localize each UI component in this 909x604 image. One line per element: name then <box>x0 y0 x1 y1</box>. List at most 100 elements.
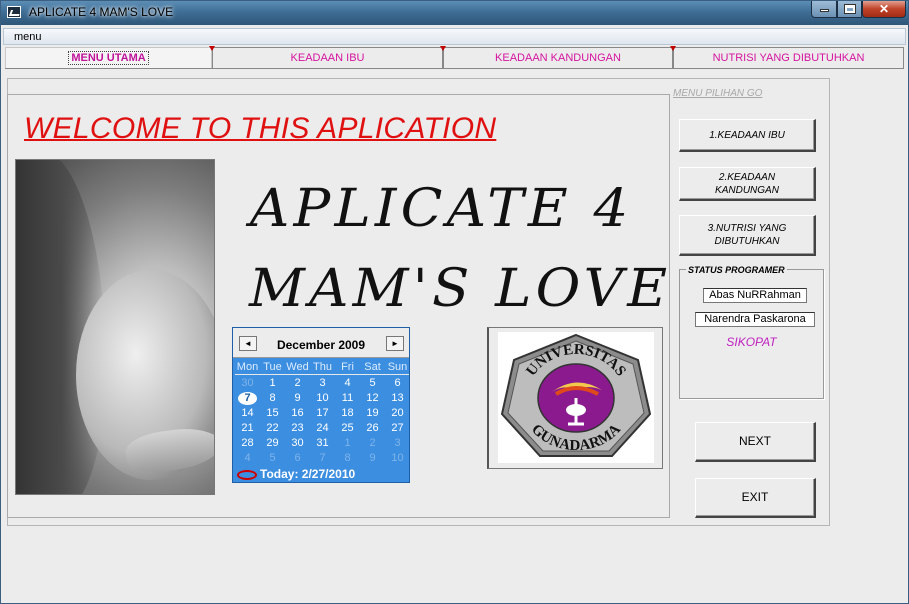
maximize-button[interactable] <box>837 1 862 18</box>
tab-label: KEADAAN IBU <box>290 52 365 64</box>
minimize-icon <box>819 9 829 12</box>
university-seal-icon: UNIVERSITAS GUNADARMA <box>500 333 652 457</box>
calendar-today[interactable]: Today: 2/27/2010 <box>237 467 355 481</box>
close-icon: ✕ <box>878 2 890 16</box>
calendar-day[interactable]: 12 <box>360 391 385 406</box>
welcome-heading: WELCOME TO THIS APLICATION <box>24 112 497 145</box>
calendar-weekday: Fri <box>341 361 354 373</box>
app-title-line1: APLICATE 4 <box>249 179 633 239</box>
tab-keadaan-kandungan[interactable]: KEADAAN KANDUNGAN <box>443 47 673 68</box>
calendar-weekday-row: Mon Tue Wed Thu Fri Sat Sun <box>235 361 409 375</box>
calendar-weekday: Tue <box>263 361 282 373</box>
calendar-day[interactable]: 7 <box>235 391 260 406</box>
status-programer-legend: STATUS PROGRAMER <box>686 265 787 275</box>
calendar-day[interactable]: 6 <box>385 376 410 391</box>
calendar-day[interactable]: 5 <box>360 376 385 391</box>
calendar-day[interactable]: 11 <box>335 391 360 406</box>
calendar-day[interactable]: 30 <box>235 376 260 391</box>
app-icon <box>7 6 21 18</box>
tab-marker-icon <box>209 46 215 51</box>
next-button[interactable]: NEXT <box>695 422 816 462</box>
calendar-weekday: Sat <box>364 361 381 373</box>
calendar-day[interactable]: 4 <box>235 451 260 466</box>
calendar-day[interactable]: 19 <box>360 406 385 421</box>
button-label: 1.KEADAAN IBU <box>709 129 785 141</box>
calendar-next-button[interactable]: ► <box>386 336 404 351</box>
exit-button[interactable]: EXIT <box>695 478 816 518</box>
calendar-day[interactable]: 5 <box>260 451 285 466</box>
keadaan-ibu-button[interactable]: 1.KEADAAN IBU <box>679 119 816 152</box>
menu-bar: menu <box>3 28 906 45</box>
calendar-day[interactable]: 24 <box>310 421 335 436</box>
calendar-day[interactable]: 28 <box>235 436 260 451</box>
calendar-day[interactable]: 27 <box>385 421 410 436</box>
calendar-day[interactable]: 10 <box>385 451 410 466</box>
calendar-weekday: Mon <box>236 361 259 373</box>
app-title-line2: MAM'S LOVE <box>248 259 672 319</box>
calendar-day[interactable]: 3 <box>385 436 410 451</box>
pregnant-woman-photo <box>15 159 215 495</box>
calendar-day[interactable]: 2 <box>360 436 385 451</box>
tab-label: NUTRISI YANG DIBUTUHKAN <box>712 52 865 64</box>
calendar-day[interactable]: 29 <box>260 436 285 451</box>
calendar-day[interactable]: 21 <box>235 421 260 436</box>
calendar-day[interactable]: 1 <box>335 436 360 451</box>
calendar-weekday: Thu <box>313 361 332 373</box>
calendar-day[interactable]: 18 <box>335 406 360 421</box>
calendar-day[interactable]: 15 <box>260 406 285 421</box>
group-name-label: SIKOPAT <box>726 335 777 349</box>
tab-strip: MENU UTAMA KEADAAN IBU KEADAAN KANDUNGAN… <box>5 46 904 69</box>
button-label: 2.KEADAAN KANDUNGAN <box>715 171 779 196</box>
calendar-day[interactable]: 16 <box>285 406 310 421</box>
tab-label: KEADAAN KANDUNGAN <box>495 52 621 64</box>
calendar-day[interactable]: 2 <box>285 376 310 391</box>
calendar-day[interactable]: 25 <box>335 421 360 436</box>
today-circle-icon <box>237 469 257 480</box>
calendar-day[interactable]: 7 <box>310 451 335 466</box>
calendar-header: ◄ December 2009 ► <box>233 328 409 358</box>
calendar-prev-button[interactable]: ◄ <box>239 336 257 351</box>
tab-menu-utama[interactable]: MENU UTAMA <box>5 47 212 68</box>
calendar-day[interactable]: 9 <box>360 451 385 466</box>
tab-marker-icon <box>440 46 446 51</box>
calendar-day[interactable]: 20 <box>385 406 410 421</box>
menu-pilihan-label: MENU PILIHAN GO <box>673 88 763 99</box>
calendar-day[interactable]: 8 <box>335 451 360 466</box>
calendar-day[interactable]: 10 <box>310 391 335 406</box>
nutrisi-button[interactable]: 3.NUTRISI YANG DIBUTUHKAN <box>679 215 816 256</box>
calendar-weekday: Wed <box>286 361 309 373</box>
window-title: APLICATE 4 MAM'S LOVE <box>29 5 174 19</box>
programmer-name-field: Abas NuRRahman <box>703 288 807 303</box>
calendar-day[interactable]: 6 <box>285 451 310 466</box>
minimize-button[interactable] <box>811 1 837 18</box>
calendar-day[interactable]: 17 <box>310 406 335 421</box>
calendar-day[interactable]: 31 <box>310 436 335 451</box>
tab-label: MENU UTAMA <box>68 51 149 65</box>
calendar-day[interactable]: 1 <box>260 376 285 391</box>
university-logo: UNIVERSITAS GUNADARMA <box>498 332 654 463</box>
calendar-day[interactable]: 4 <box>335 376 360 391</box>
keadaan-kandungan-button[interactable]: 2.KEADAAN KANDUNGAN <box>679 167 816 201</box>
calendar-day[interactable]: 8 <box>260 391 285 406</box>
calendar-day[interactable]: 30 <box>285 436 310 451</box>
tab-nutrisi[interactable]: NUTRISI YANG DIBUTUHKAN <box>673 47 904 68</box>
calendar-day[interactable]: 9 <box>285 391 310 406</box>
calendar-today-label: Today: 2/27/2010 <box>260 467 356 481</box>
title-bar[interactable]: APLICATE 4 MAM'S LOVE ✕ <box>1 1 908 25</box>
calendar-day[interactable]: 22 <box>260 421 285 436</box>
maximize-icon <box>843 4 856 14</box>
calendar-day[interactable]: 23 <box>285 421 310 436</box>
calendar-day[interactable]: 26 <box>360 421 385 436</box>
programmer-name-field: Narendra Paskarona <box>695 312 815 327</box>
month-calendar[interactable]: ◄ December 2009 ► Mon Tue Wed Thu Fri Sat Sun … <box>232 327 410 483</box>
app-window: APLICATE 4 MAM'S LOVE ✕ menu MENU UTAMA … <box>0 0 909 604</box>
close-button[interactable]: ✕ <box>862 1 906 18</box>
calendar-month-label[interactable]: December 2009 <box>261 338 381 352</box>
calendar-day-grid: 30 1 2 3 4 5 6 7 8 9 10 11 12 13 14 15 16 17 18 19 20 21 22 23 2… <box>235 376 409 466</box>
tab-keadaan-ibu[interactable]: KEADAAN IBU <box>212 47 443 68</box>
calendar-day[interactable]: 3 <box>310 376 335 391</box>
calendar-day[interactable]: 14 <box>235 406 260 421</box>
calendar-day[interactable]: 13 <box>385 391 410 406</box>
button-label: 3.NUTRISI YANG DIBUTUHKAN <box>707 223 787 247</box>
menu-item-menu[interactable]: menu <box>14 31 42 43</box>
